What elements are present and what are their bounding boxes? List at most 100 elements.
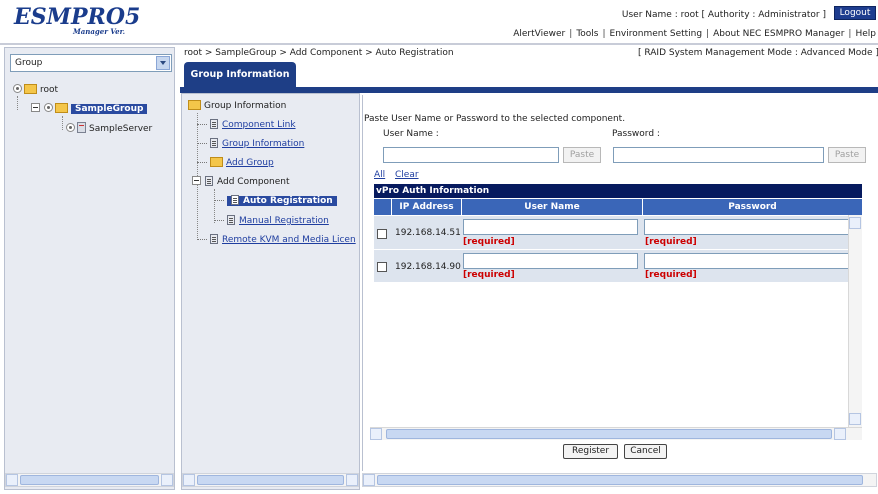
menu-horizontal-scrollbar[interactable]: [182, 473, 359, 487]
menu-link-label[interactable]: Manual Registration: [239, 216, 329, 226]
user-name-input[interactable]: [463, 219, 638, 235]
tree-root-label: root: [40, 85, 59, 95]
status-icon: [66, 123, 75, 132]
nav-tools[interactable]: Tools: [576, 29, 598, 39]
scroll-thumb[interactable]: [386, 429, 832, 439]
scroll-up-button[interactable]: [849, 217, 861, 229]
tree-server[interactable]: SampleServer: [66, 122, 152, 136]
cancel-button[interactable]: Cancel: [624, 444, 667, 459]
expand-icon[interactable]: [13, 84, 22, 93]
menu-item-component-link[interactable]: Component Link: [197, 118, 296, 132]
user-info: User Name : root [ Authority : Administr…: [621, 10, 826, 20]
folder-icon: [55, 102, 68, 113]
menu-item-group-information[interactable]: Group Information: [197, 137, 304, 151]
scroll-left-button[interactable]: [363, 474, 375, 486]
table-horizontal-scrollbar[interactable]: [370, 427, 862, 440]
required-label: [required]: [645, 237, 697, 247]
status-icon: [44, 103, 53, 112]
header-divider: [0, 43, 878, 45]
paste-user-name-input[interactable]: [383, 147, 559, 163]
scroll-left-button[interactable]: [370, 428, 382, 440]
menu-link-label[interactable]: Group Information: [222, 139, 304, 149]
tab-group-information[interactable]: Group Information: [184, 62, 296, 88]
breadcrumb: root > SampleGroup > Add Component > Aut…: [184, 48, 454, 58]
menu-link-label[interactable]: Add Group: [226, 158, 274, 168]
folder-icon: [24, 83, 37, 94]
menu-link-label[interactable]: Component Link: [222, 120, 296, 130]
group-select-value: Group: [15, 58, 43, 68]
checkbox-column-header: [374, 199, 392, 215]
page-icon: [205, 175, 213, 186]
page-icon: [210, 233, 218, 244]
collapse-icon[interactable]: [31, 103, 40, 112]
raid-mode-indicator: [ RAID System Management Mode : Advanced…: [638, 48, 878, 58]
page-icon: [210, 137, 218, 148]
menu-root-label: Group Information: [204, 101, 287, 111]
required-label: [required]: [463, 237, 515, 247]
menu-item-auto-registration[interactable]: Auto Registration: [214, 194, 337, 208]
menu-item-add-group[interactable]: Add Group: [197, 156, 274, 170]
required-label: [required]: [463, 270, 515, 280]
paste-user-name-button[interactable]: Paste: [563, 147, 601, 163]
row-checkbox[interactable]: [377, 229, 387, 239]
menu-selected-label: Auto Registration: [227, 194, 337, 206]
logout-button[interactable]: Logout: [834, 6, 876, 20]
required-label: [required]: [645, 270, 697, 280]
top-nav: AlertViewer | Tools | Environment Setting | Ab…: [513, 29, 876, 39]
group-select[interactable]: Group: [10, 54, 172, 72]
tree-root[interactable]: root: [13, 83, 58, 97]
menu-item-manual-registration[interactable]: Manual Registration: [214, 214, 329, 228]
page-icon: [227, 214, 235, 225]
nav-help[interactable]: Help: [855, 29, 876, 39]
table-title: vPro Auth Information: [374, 184, 862, 198]
scroll-left-button[interactable]: [183, 474, 195, 486]
tree-line: [62, 116, 63, 130]
clear-link[interactable]: Clear: [395, 170, 419, 180]
content-horizontal-scrollbar[interactable]: [362, 473, 877, 487]
scroll-down-button[interactable]: [849, 413, 861, 425]
nav-environment-setting[interactable]: Environment Setting: [610, 29, 703, 39]
folder-icon: [210, 156, 223, 167]
menu-link-label[interactable]: Remote KVM and Media Licen: [222, 235, 356, 245]
left-horizontal-scrollbar[interactable]: [5, 473, 174, 487]
password-input[interactable]: [644, 219, 848, 235]
page-icon: [210, 118, 218, 129]
scroll-thumb[interactable]: [197, 475, 344, 485]
column-header-user: User Name: [462, 199, 643, 215]
scroll-left-button[interactable]: [6, 474, 18, 486]
password-input[interactable]: [644, 253, 848, 269]
nav-alertviewer[interactable]: AlertViewer: [513, 29, 565, 39]
menu-item-add-component[interactable]: Add Component: [192, 175, 290, 189]
scroll-thumb[interactable]: [377, 475, 863, 485]
menu-root: Group Information: [188, 99, 286, 113]
scroll-thumb[interactable]: [20, 475, 159, 485]
menu-label: Add Component: [217, 177, 290, 187]
folder-icon: [188, 99, 201, 110]
table-vertical-scrollbar[interactable]: [848, 215, 862, 427]
scroll-right-button[interactable]: [161, 474, 173, 486]
menu-item-remote-kvm[interactable]: Remote KVM and Media Licen: [197, 233, 357, 247]
select-all-link[interactable]: All: [374, 170, 385, 180]
paste-hint: Paste User Name or Password to the selec…: [364, 114, 626, 124]
paste-password-input[interactable]: [613, 147, 824, 163]
user-name-label: User Name :: [383, 129, 439, 139]
nav-about[interactable]: About NEC ESMPRO Manager: [713, 29, 844, 39]
row-checkbox[interactable]: [377, 262, 387, 272]
tree-line: [17, 96, 18, 110]
scroll-right-button[interactable]: [346, 474, 358, 486]
user-name-input[interactable]: [463, 253, 638, 269]
register-button[interactable]: Register: [563, 444, 618, 459]
logo-subtitle: Manager Ver.: [73, 27, 126, 36]
tree-group-label: SampleGroup: [71, 104, 148, 114]
menu-pane: [181, 93, 360, 490]
chevron-down-icon[interactable]: [156, 56, 170, 70]
paste-password-button[interactable]: Paste: [828, 147, 866, 163]
scroll-right-button[interactable]: [834, 428, 846, 440]
row-ip: 192.168.14.90: [395, 262, 461, 272]
column-header-password: Password: [643, 199, 862, 215]
tree-server-label: SampleServer: [89, 124, 153, 134]
collapse-icon[interactable]: [192, 176, 201, 185]
page-icon: [231, 194, 239, 205]
password-label: Password :: [612, 129, 660, 139]
tree-group[interactable]: SampleGroup: [31, 102, 148, 116]
